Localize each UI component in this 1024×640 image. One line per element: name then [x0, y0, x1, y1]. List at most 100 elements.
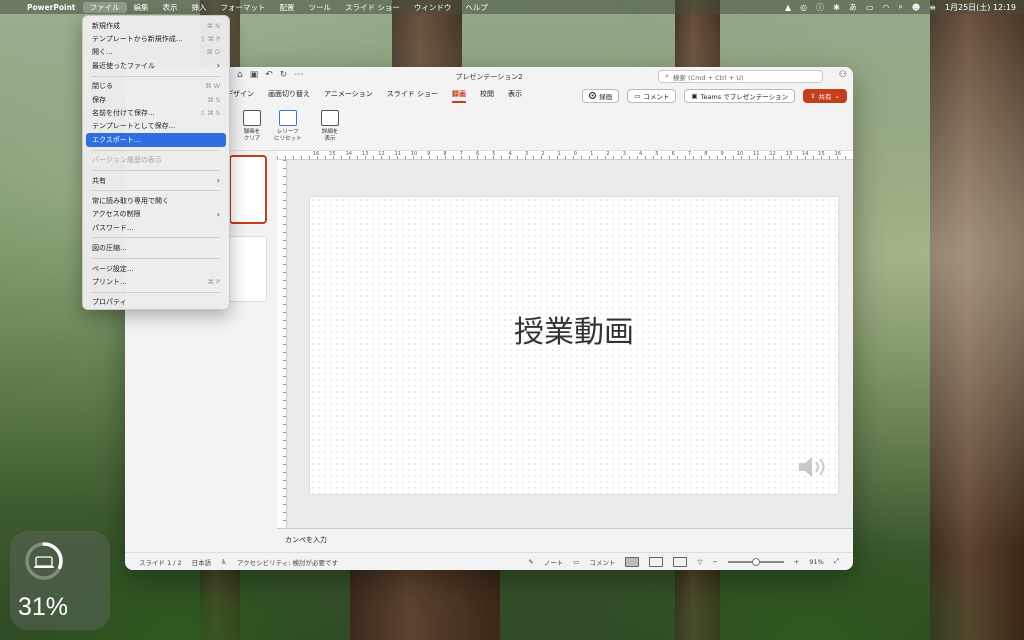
show-details-button[interactable]: 詳細を 表示	[321, 110, 339, 143]
reading-view-button[interactable]	[673, 556, 688, 567]
chevron-right-icon: ›	[216, 176, 220, 186]
ruler-number: 8	[704, 151, 708, 157]
menu-item-save-as[interactable]: 名前を付けて保存... ⇧ ⌘ S	[86, 106, 226, 119]
menu-view[interactable]: 表示	[156, 2, 185, 13]
zoom-out-button[interactable]: −	[712, 558, 717, 566]
language-indicator[interactable]: 日本語	[192, 557, 212, 567]
menu-item-page-setup[interactable]: ページ設定...	[86, 262, 226, 275]
control-center-icon[interactable]: ≡	[929, 3, 936, 12]
menu-window[interactable]: ウィンドウ	[407, 2, 459, 13]
teams-present-button[interactable]: ▣ Teams でプレゼンテーション	[684, 88, 796, 103]
menu-item-always-read-only[interactable]: 常に読み取り専用で開く	[86, 194, 226, 207]
menu-tools[interactable]: ツール	[302, 2, 339, 13]
slide-thumbnail-1[interactable]	[229, 155, 267, 224]
notes-field[interactable]: カンペを入力	[277, 528, 853, 552]
menu-format[interactable]: フォーマット	[214, 2, 273, 13]
horizontal-ruler: 16 15 14 13 12 11 10 9 8 7 6 5 4 3 2 1 0 1 2 3 4 5 6 7 8 9 10 11 12 1…	[277, 151, 853, 160]
menu-item-recent-files[interactable]: 最近使ったファイル ›	[86, 59, 226, 72]
menu-separator	[92, 257, 220, 259]
menu-item-save[interactable]: 保存 ⌘ S	[86, 93, 226, 106]
menu-item-label: パスワード...	[92, 223, 134, 232]
tab-slideshow[interactable]: スライド ショー	[387, 89, 438, 103]
input-method-icon[interactable]: あ	[849, 2, 857, 13]
record-label: 録画	[599, 92, 613, 101]
ruler-number: 3	[524, 151, 529, 157]
menu-item-label: 新規作成	[92, 21, 120, 30]
fit-to-window-icon[interactable]: ⤢	[834, 557, 839, 566]
menu-item-properties[interactable]: プロパティ	[86, 296, 226, 309]
tab-transitions[interactable]: 画面切り替え	[268, 89, 310, 103]
share-button[interactable]: ⇪ 共有 ⌄	[803, 88, 847, 103]
zoom-slider-knob[interactable]	[751, 557, 760, 566]
search-icon[interactable]: ⌕	[898, 2, 902, 12]
comment-button[interactable]: ▭ コメント	[627, 88, 677, 103]
menu-help[interactable]: ヘルプ	[458, 2, 495, 13]
accessibility-status[interactable]: アクセシビリティ: 検討が必要です	[237, 557, 338, 567]
normal-view-button[interactable]	[625, 556, 640, 567]
menu-edit[interactable]: 編集	[127, 2, 156, 13]
slide-sorter-button[interactable]	[649, 556, 664, 567]
tool-label: 表示	[324, 136, 336, 142]
speaker-icon[interactable]	[796, 454, 828, 480]
tab-review[interactable]: 校閲	[480, 89, 494, 103]
menu-arrange[interactable]: 配置	[273, 2, 302, 13]
zoom-slider[interactable]	[727, 557, 784, 566]
tool-label: 録画を	[243, 129, 261, 135]
slideshow-view-icon[interactable]: ▽	[697, 558, 702, 566]
menu-item-password[interactable]: パスワード...	[86, 221, 226, 234]
menu-item-label: プロパティ	[92, 298, 127, 307]
menu-item-compress-pictures[interactable]: 図の圧縮...	[86, 241, 226, 254]
notes-icon: ✎	[528, 557, 534, 566]
slide-canvas[interactable]: 授業動画	[310, 197, 838, 494]
tab-design[interactable]: デザイン	[226, 89, 254, 103]
search-input[interactable]: ⌕ 検索 (Cmd + Ctrl + U)	[658, 70, 823, 83]
tab-record[interactable]: 録画	[451, 89, 466, 103]
share-link-icon[interactable]: ⚇	[839, 70, 847, 80]
menu-item-restrict-access[interactable]: アクセスの制限 ›	[86, 208, 226, 221]
slide-thumbnail-2[interactable]	[229, 236, 267, 302]
zoom-in-button[interactable]: +	[794, 558, 799, 566]
menu-item-new-from-template[interactable]: テンプレートから新規作成... ⇧ ⌘ P	[86, 32, 226, 45]
drive-icon[interactable]: ▲	[785, 3, 791, 12]
battery-ring	[25, 542, 63, 580]
menu-item-version-history: バージョン履歴の表示	[86, 154, 226, 167]
menu-item-save-as-template[interactable]: テンプレートとして保存...	[86, 120, 226, 133]
menu-insert[interactable]: 挿入	[185, 2, 214, 13]
search-icon: ⌕	[665, 72, 669, 80]
comments-button[interactable]: コメント	[589, 557, 615, 567]
battery-icon[interactable]: ▭	[866, 3, 874, 12]
ruler-number: 4	[639, 151, 643, 157]
ruler-number: 12	[378, 151, 385, 157]
battery-percent: 31%	[18, 593, 69, 621]
menu-item-new[interactable]: 新規作成 ⌘ N	[86, 19, 226, 32]
notes-button[interactable]: ノート	[544, 557, 564, 567]
tab-animations[interactable]: アニメーション	[324, 89, 373, 103]
sync-icon[interactable]: ◎	[800, 3, 807, 12]
reset-relief-icon	[278, 110, 297, 126]
zoom-level[interactable]: 91%	[809, 558, 823, 566]
battery-widget[interactable]: 31%	[10, 531, 110, 630]
menu-app-name[interactable]: PowerPoint	[20, 3, 83, 12]
slide-title[interactable]: 授業動画	[310, 307, 838, 351]
menu-item-open[interactable]: 開く... ⌘ O	[86, 46, 226, 59]
ruler-number: 14	[802, 151, 809, 157]
menu-item-print[interactable]: プリント... ⌘ P	[86, 275, 226, 288]
info-icon[interactable]: ⓘ	[816, 2, 824, 13]
menu-slideshow[interactable]: スライド ショー	[338, 2, 407, 13]
ribbon-toolbar: 録画を クリア レリーフ にリセット 詳細を 表示	[125, 106, 853, 151]
shortcut-label: ⇧ ⌘ P	[200, 35, 220, 44]
menu-item-share[interactable]: 共有 ›	[86, 174, 226, 187]
user-icon[interactable]: ☻	[912, 3, 920, 12]
reset-relief-button[interactable]: レリーフ にリセット	[274, 110, 302, 143]
tab-view[interactable]: 表示	[508, 89, 522, 103]
record-button[interactable]: 録画	[582, 88, 620, 103]
menu-file[interactable]: ファイル	[82, 1, 127, 13]
teams-label: Teams でプレゼンテーション	[700, 92, 789, 101]
menu-item-close[interactable]: 閉じる ⌘ W	[86, 80, 226, 93]
bluetooth-icon[interactable]: ✱	[833, 3, 840, 12]
clock[interactable]: 1月25日(土) 12:19	[945, 2, 1016, 13]
wifi-icon[interactable]: ◠	[882, 3, 889, 12]
menu-item-label: 名前を付けて保存...	[92, 109, 155, 118]
menu-item-export[interactable]: エクスポート...	[86, 133, 226, 147]
clear-recording-button[interactable]: 録画を クリア	[243, 110, 261, 143]
